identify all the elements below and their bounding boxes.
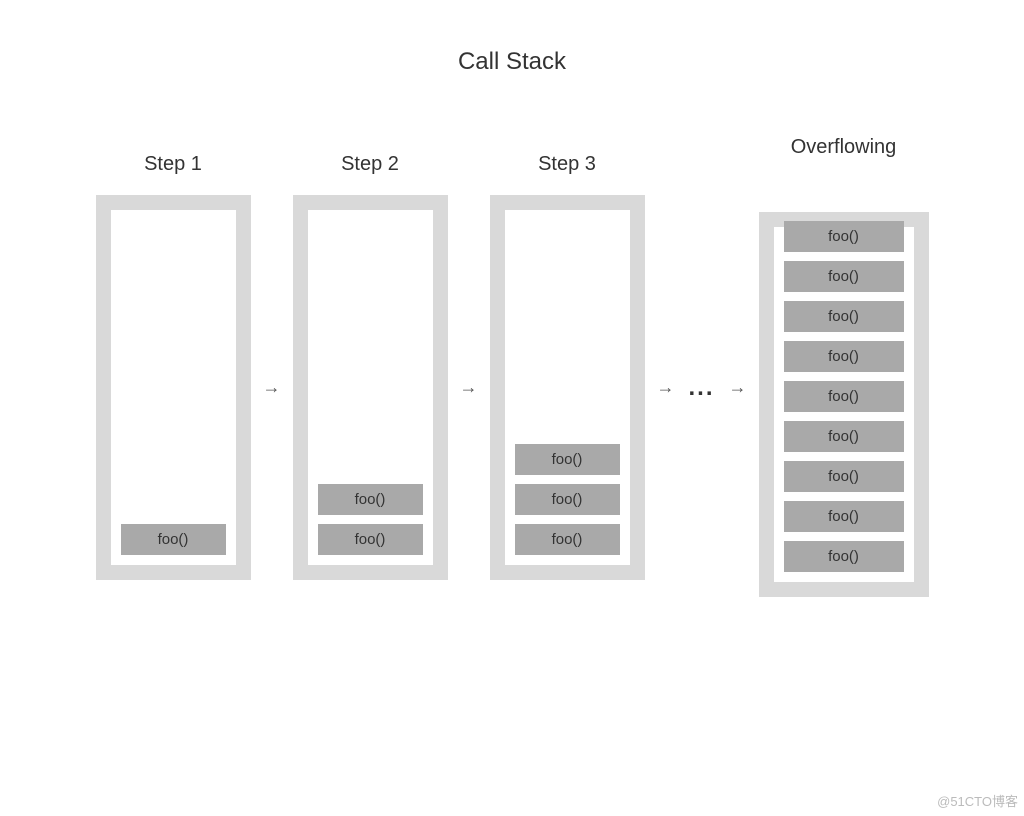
stack-frame: foo() [515, 444, 620, 475]
stack-frames-1: foo() [121, 524, 226, 555]
step-3-label: Step 3 [538, 153, 596, 179]
arrow-icon: → [727, 195, 749, 580]
stack-inner-2: foo() foo() [308, 210, 433, 565]
stack-frame: foo() [784, 461, 904, 492]
stack-frame: foo() [784, 341, 904, 372]
ellipsis: ... [687, 195, 717, 580]
stack-frame: foo() [784, 301, 904, 332]
stack-frame: foo() [784, 261, 904, 292]
arrow-icon: → [655, 195, 677, 580]
stack-frame: foo() [784, 541, 904, 572]
stack-frame: foo() [784, 221, 904, 252]
stack-frame: foo() [515, 524, 620, 555]
diagram-title: Call Stack [0, 48, 1024, 76]
step-2: Step 2 foo() foo() [293, 153, 448, 580]
stack-frame: foo() [121, 524, 226, 555]
overflow-label: Overflowing [791, 136, 897, 162]
stack-frames-2: foo() foo() [318, 484, 423, 555]
stack-container-3: foo() foo() foo() [490, 195, 645, 580]
stack-container-2: foo() foo() [293, 195, 448, 580]
stack-frames-overflow: foo() foo() foo() foo() foo() foo() foo(… [784, 221, 904, 572]
stack-row: Step 1 foo() → Step 2 foo() foo() → Step… [0, 136, 1024, 597]
stack-frame: foo() [318, 524, 423, 555]
stack-inner-1: foo() [111, 210, 236, 565]
stack-frames-3: foo() foo() foo() [515, 444, 620, 555]
step-1-label: Step 1 [144, 153, 202, 179]
arrow-icon: → [458, 195, 480, 580]
stack-inner-3: foo() foo() foo() [505, 210, 630, 565]
overflow-step: Overflowing foo() foo() foo() foo() foo(… [759, 136, 929, 597]
watermark: @51CTO博客 [937, 791, 1018, 810]
stack-container-1: foo() [96, 195, 251, 580]
step-1: Step 1 foo() [96, 153, 251, 580]
stack-frame: foo() [318, 484, 423, 515]
step-2-label: Step 2 [341, 153, 399, 179]
arrow-icon: → [261, 195, 283, 580]
step-3: Step 3 foo() foo() foo() [490, 153, 645, 580]
stack-frame: foo() [784, 501, 904, 532]
stack-frame: foo() [784, 381, 904, 412]
stack-frame: foo() [515, 484, 620, 515]
stack-frame: foo() [784, 421, 904, 452]
overflow-wrap: foo() foo() foo() foo() foo() foo() foo(… [759, 212, 929, 597]
